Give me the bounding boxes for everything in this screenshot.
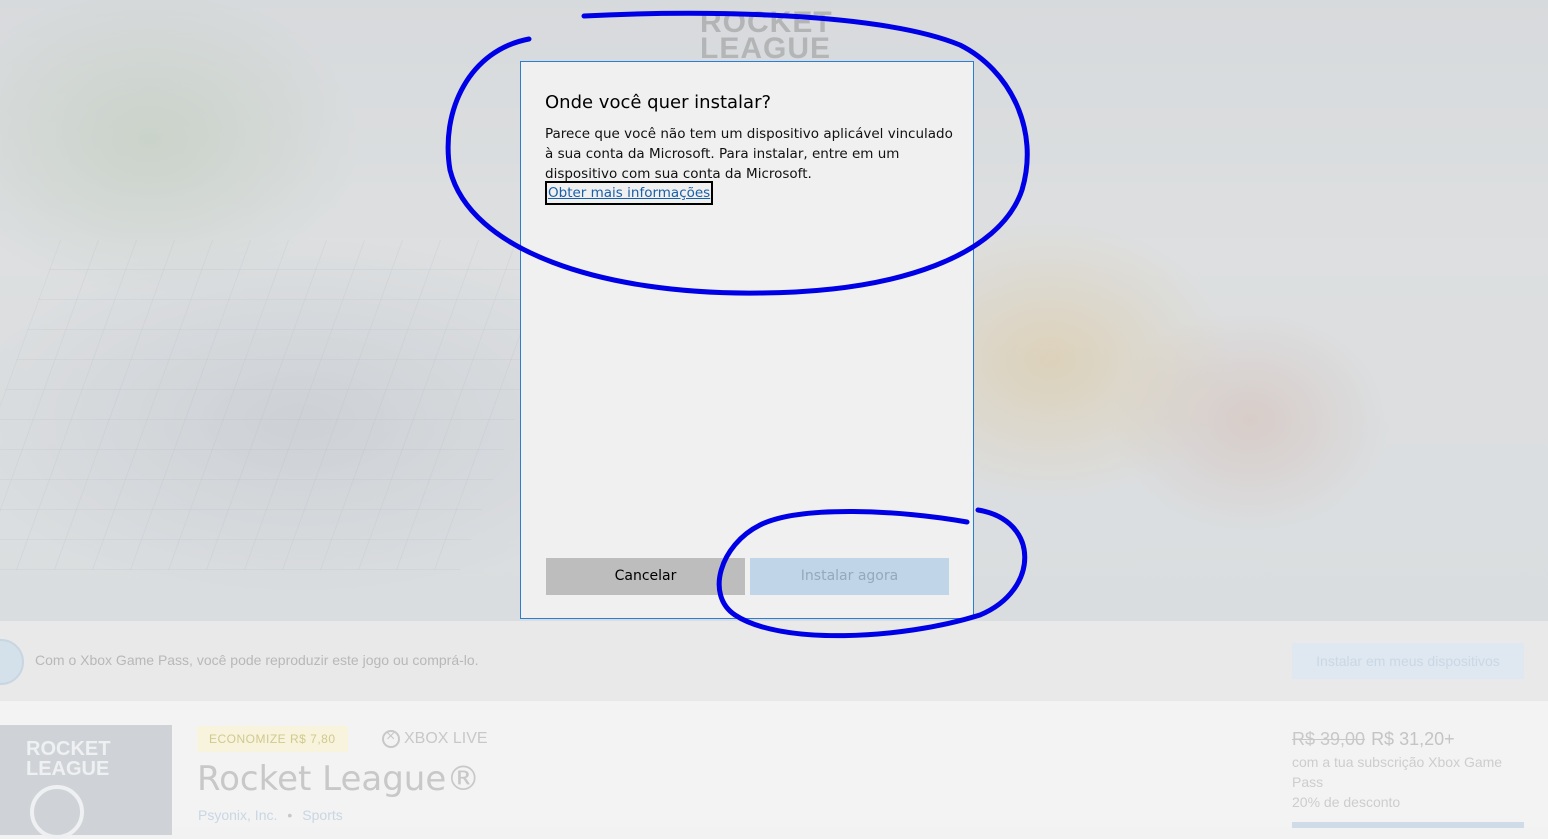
game-title: Rocket League® [197, 759, 481, 799]
publisher-row: Psyonix, Inc. • Sports [198, 807, 343, 823]
game-pass-message: Com o Xbox Game Pass, você pode reproduz… [35, 652, 479, 668]
subscription-text: com a tua subscrição Xbox Game Pass [1292, 754, 1503, 790]
install-now-button[interactable]: Instalar agora [750, 558, 949, 595]
dialog-title: Onde você quer instalar? [545, 92, 772, 113]
thumbnail-logo: ROCKET LEAGUE [26, 738, 111, 780]
xbox-live-badge: XBOX LIVE [382, 727, 488, 751]
learn-more-link[interactable]: Obter mais informações [545, 181, 714, 205]
xbox-icon [382, 728, 400, 748]
install-on-my-devices-button[interactable]: Instalar em meus dispositivos [1292, 643, 1524, 679]
hero-game-logo: ROCKET LEAGUE [700, 6, 833, 65]
category-link[interactable]: Sports [302, 807, 342, 823]
game-pass-bar: Com o Xbox Game Pass, você pode reproduz… [0, 621, 1548, 701]
new-price: R$ 31,20+ [1371, 729, 1455, 749]
cancel-button[interactable]: Cancelar [546, 558, 745, 595]
save-badge: ECONOMIZE R$ 7,80 [197, 726, 348, 752]
publisher-link[interactable]: Psyonix, Inc. [198, 807, 277, 823]
discount-text: 20% de desconto [1292, 794, 1401, 810]
thumbnail-ball-icon [30, 785, 84, 839]
install-location-dialog: Onde você quer instalar? Parece que você… [520, 61, 974, 619]
game-pass-icon [0, 639, 24, 685]
price-block: R$ 39,00 R$ 31,20+ com a tua subscrição X… [1292, 729, 1532, 812]
buy-button[interactable] [1292, 822, 1524, 828]
dialog-message: Parece que você não tem um dispositivo a… [545, 126, 953, 182]
game-thumbnail: ROCKET LEAGUE [0, 725, 172, 839]
old-price: R$ 39,00 [1292, 729, 1366, 749]
product-section: ROCKET LEAGUE ECONOMIZE R$ 7,80 XBOX LIV… [0, 701, 1548, 839]
separator-dot: • [287, 807, 293, 823]
xbox-live-label: XBOX LIVE [404, 730, 488, 747]
